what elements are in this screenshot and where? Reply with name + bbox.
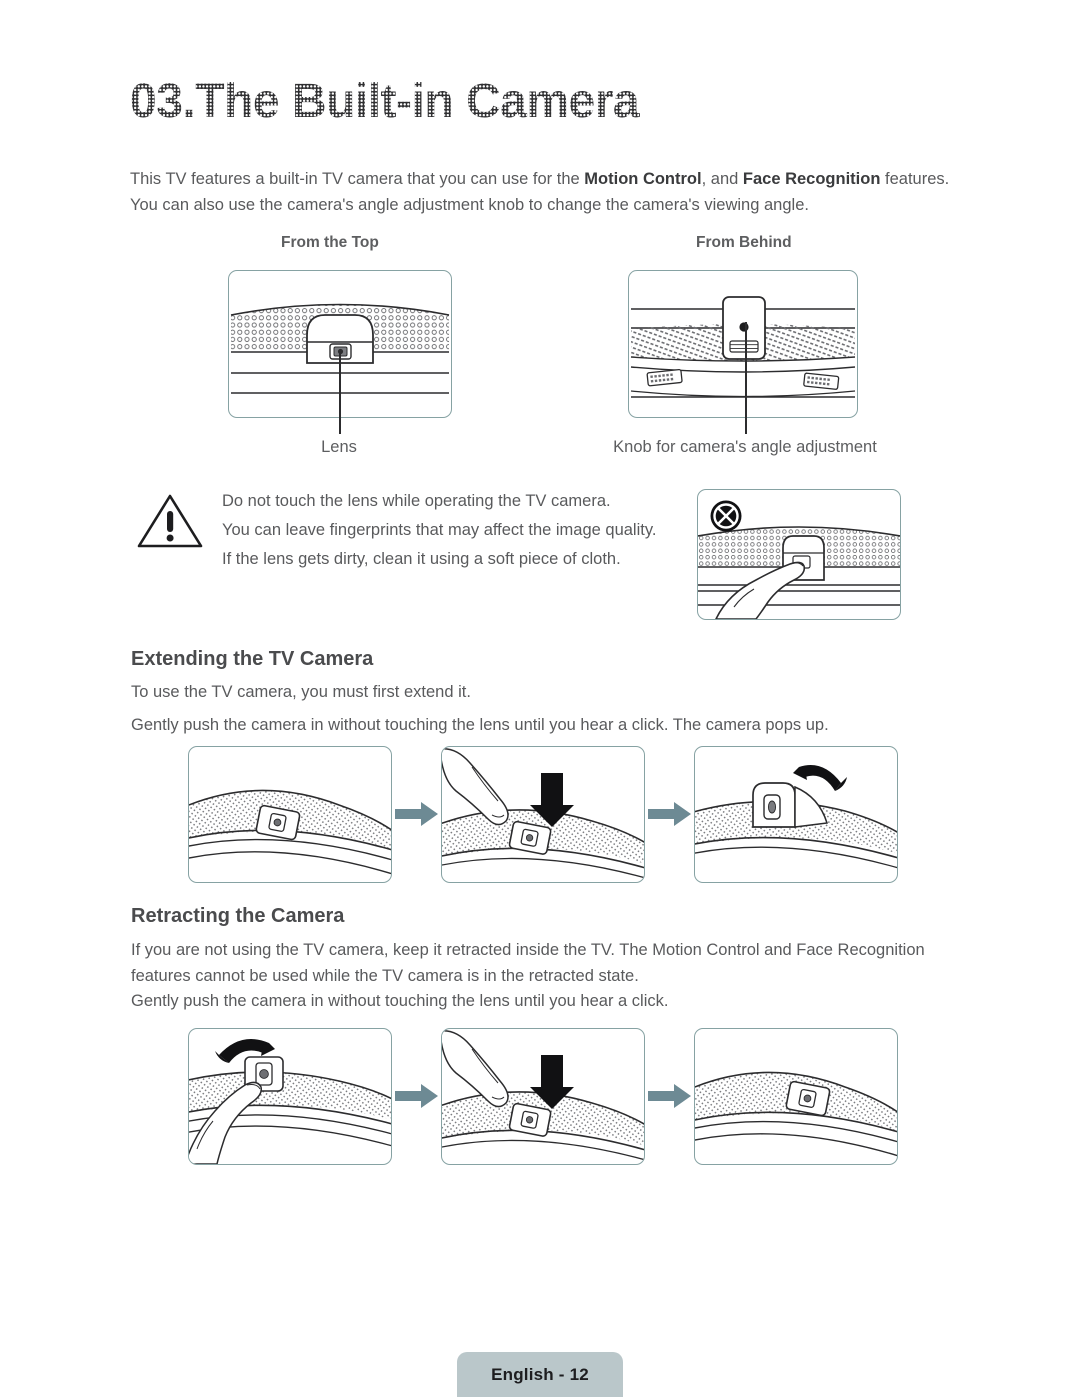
curved-rotate-arrow-icon — [793, 764, 847, 791]
step-arrow-extend-1 — [392, 801, 441, 827]
extending-paragraph-2: Gently push the camera in without touchi… — [131, 716, 829, 734]
warning-triangle-icon — [136, 492, 204, 550]
intro-paragraph: This TV features a built-in TV camera th… — [130, 166, 960, 218]
step-strip-retracting — [188, 1026, 898, 1166]
extending-paragraph-1: To use the TV camera, you must first ext… — [131, 683, 471, 701]
heading-extending-the-tv-camera: Extending the TV Camera — [131, 648, 374, 670]
step-panel-extend-2 — [441, 745, 645, 883]
intro-bold-motion-control: Motion Control — [584, 170, 702, 188]
step-arrow-retract-1 — [392, 1083, 441, 1109]
figure-label-from-behind: From Behind — [696, 234, 792, 251]
intro-line1-part3: features. — [880, 170, 950, 188]
retracting-paragraph-2: Gently push the camera in without touchi… — [131, 992, 669, 1010]
intro-bold-face-recognition: Face Recognition — [742, 170, 881, 188]
warning-text: Do not touch the lens while operating th… — [222, 487, 692, 574]
footer-page-label: English - 12 — [491, 1364, 589, 1384]
figure-label-from-the-top: From the Top — [281, 234, 379, 251]
step-panel-retract-2 — [441, 1027, 645, 1165]
step-arrow-extend-2 — [645, 801, 694, 827]
warning-line-1: Do not touch the lens while operating th… — [222, 492, 611, 510]
figure-tv-behind-view — [628, 270, 858, 418]
step-panel-retract-1 — [188, 1027, 392, 1165]
intro-line1-part2: , and — [701, 170, 743, 188]
step-panel-extend-1 — [188, 745, 392, 883]
prohibition-x-icon — [710, 500, 742, 532]
intro-line1-part1: This TV features a built-in TV camera th… — [130, 170, 585, 188]
warning-line-3: If the lens gets dirty, clean it using a… — [222, 550, 621, 568]
caption-knob: Knob for camera's angle adjustment — [613, 438, 877, 456]
leader-line-lens — [339, 352, 341, 434]
step-arrow-retract-2 — [645, 1083, 694, 1109]
heading-retracting-the-camera: Retracting the Camera — [131, 905, 345, 927]
retracting-paragraph-1: If you are not using the TV camera, keep… — [131, 941, 925, 985]
footer-page-badge: English - 12 — [457, 1352, 623, 1397]
warning-line-2: You can leave fingerprints that may affe… — [222, 521, 657, 539]
leader-line-knob — [745, 322, 747, 434]
step-strip-extending — [188, 744, 898, 884]
caption-lens: Lens — [321, 438, 357, 456]
step-panel-extend-3 — [694, 745, 898, 883]
page-title-text: 03.The Built-in Camera — [130, 75, 640, 128]
figure-do-not-touch-lens — [697, 489, 901, 620]
step-panel-retract-3 — [694, 1027, 898, 1165]
intro-line2: You can also use the camera's angle adju… — [130, 196, 809, 214]
